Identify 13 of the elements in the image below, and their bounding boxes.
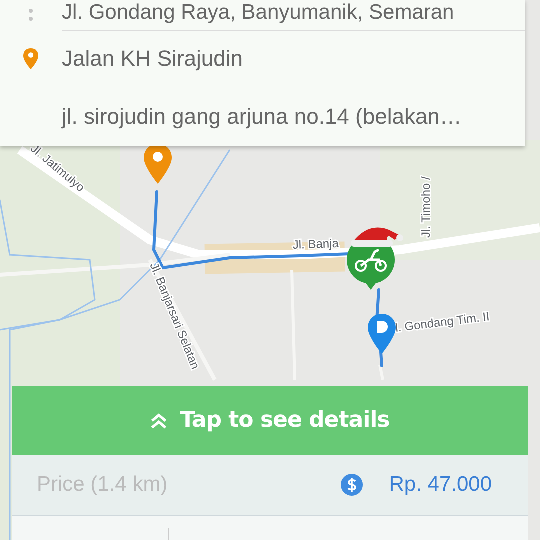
address-text: Jl. Gondang Raya, Banyumanik, Semaran [62, 0, 454, 24]
chevron-up-icon [150, 412, 168, 430]
dollar-icon [341, 474, 364, 496]
address-note: jl. sirojudin gang arjuna no.14 (belakan… [62, 104, 462, 129]
road-label: l. Gondang Tim. II [394, 310, 490, 335]
price-value: Rp. 47.000 [389, 473, 492, 497]
location-pin-icon [22, 47, 40, 71]
location-pin-icon [367, 313, 397, 355]
road-label: Jl. Timoho / [419, 176, 433, 238]
address-text: Jalan KH Sirajudin [62, 46, 243, 71]
road-label: Jl. Banja [292, 236, 340, 252]
details-button[interactable]: Tap to see details [12, 386, 528, 455]
dots-icon [29, 9, 33, 21]
